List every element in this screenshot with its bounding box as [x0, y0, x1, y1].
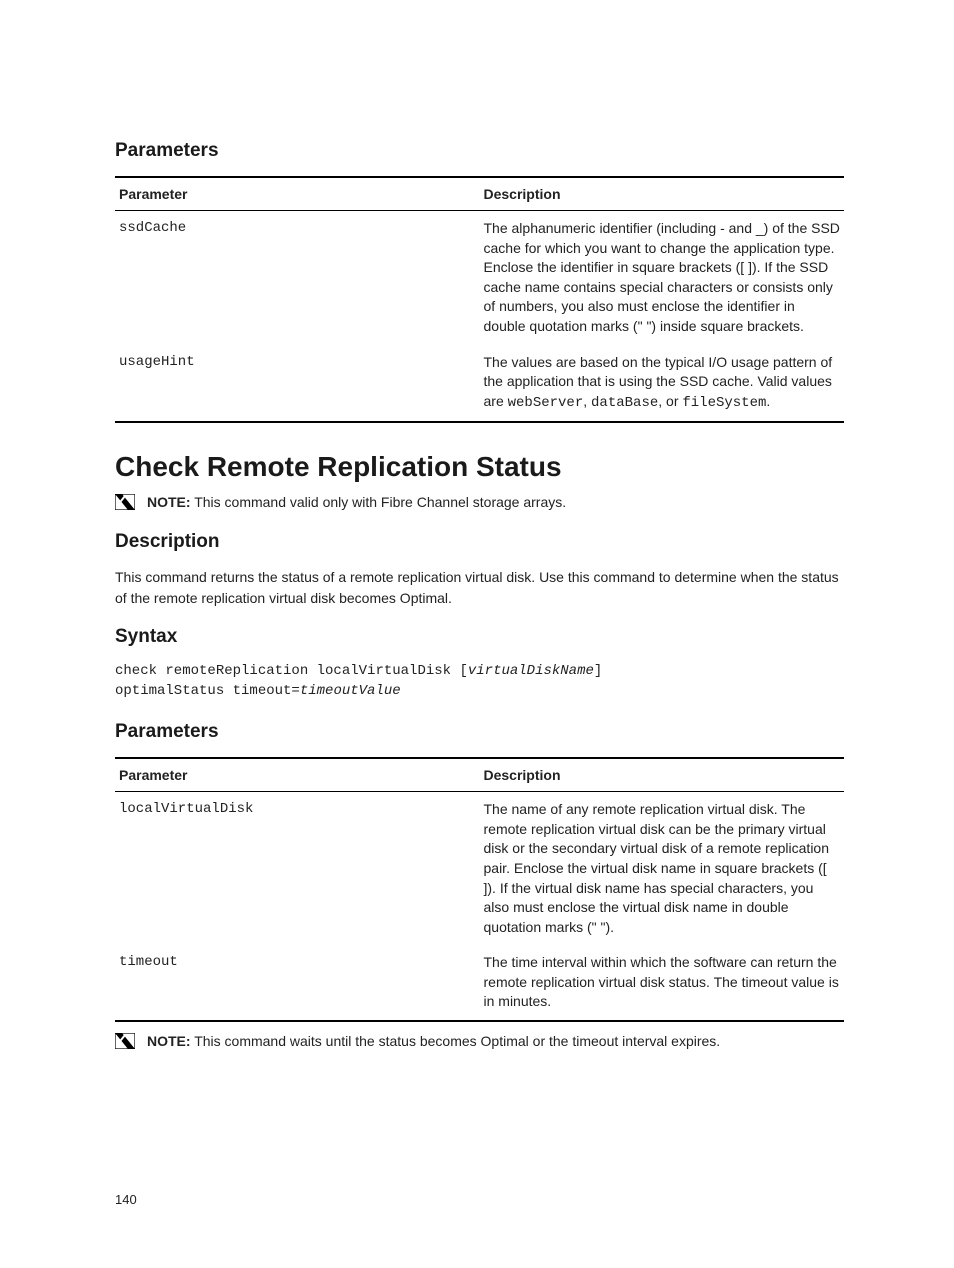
parameters-table-1: Parameter Description ssdCache The alpha…	[115, 176, 844, 423]
table-header-row: Parameter Description	[115, 758, 844, 792]
parameters-table-2: Parameter Description localVirtualDisk T…	[115, 757, 844, 1022]
desc-cell: The time interval within which the softw…	[480, 945, 845, 1021]
table-row: usageHint The values are based on the ty…	[115, 345, 844, 423]
parameters-heading-1: Parameters	[115, 140, 844, 162]
desc-cell: The alphanumeric identifier (including -…	[480, 211, 845, 345]
table-header-row: Parameter Description	[115, 177, 844, 211]
note-icon	[115, 494, 135, 513]
table-row: timeout The time interval within which t…	[115, 945, 844, 1021]
page-number: 140	[115, 1192, 844, 1207]
note-text: NOTE: This command waits until the statu…	[147, 1032, 720, 1052]
note-label: NOTE:	[147, 1033, 191, 1049]
col-description: Description	[480, 177, 845, 211]
note-label: NOTE:	[147, 494, 191, 510]
note-block: NOTE: This command valid only with Fibre…	[115, 493, 844, 513]
table-row: ssdCache The alphanumeric identifier (in…	[115, 211, 844, 345]
param-cell: usageHint	[115, 345, 480, 423]
page-content: Parameters Parameter Description ssdCach…	[0, 0, 954, 1267]
parameters-heading-2: Parameters	[115, 721, 844, 743]
param-cell: ssdCache	[115, 211, 480, 345]
description-heading: Description	[115, 531, 844, 553]
param-cell: localVirtualDisk	[115, 792, 480, 946]
desc-cell: The values are based on the typical I/O …	[480, 345, 845, 423]
syntax-block: check remoteReplication localVirtualDisk…	[115, 662, 844, 701]
col-description: Description	[480, 758, 845, 792]
col-parameter: Parameter	[115, 758, 480, 792]
note-text: NOTE: This command valid only with Fibre…	[147, 493, 566, 513]
note-block: NOTE: This command waits until the statu…	[115, 1032, 844, 1052]
description-paragraph: This command returns the status of a rem…	[115, 567, 844, 608]
topic-title: Check Remote Replication Status	[115, 451, 844, 483]
desc-cell: The name of any remote replication virtu…	[480, 792, 845, 946]
table-row: localVirtualDisk The name of any remote …	[115, 792, 844, 946]
col-parameter: Parameter	[115, 177, 480, 211]
note-icon	[115, 1033, 135, 1052]
syntax-heading: Syntax	[115, 626, 844, 648]
param-cell: timeout	[115, 945, 480, 1021]
